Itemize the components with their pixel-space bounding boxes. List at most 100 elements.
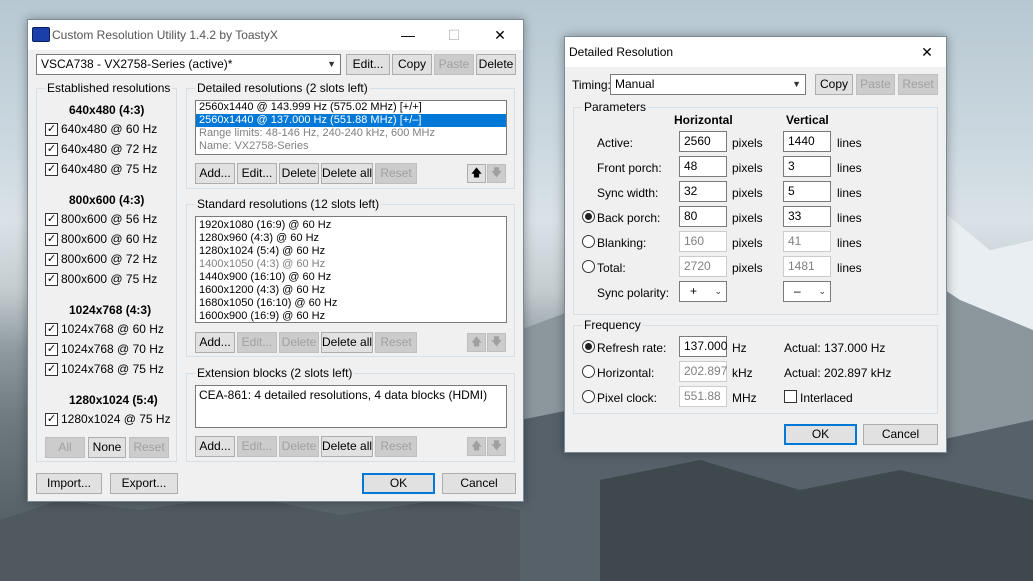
dialog-cancel-button[interactable]: Cancel (863, 424, 938, 445)
checkbox-800-56[interactable]: ✓ (45, 213, 58, 226)
detailed-reset-button[interactable]: Reset (375, 163, 417, 184)
v-sync-width-input[interactable]: 5 (783, 181, 831, 202)
monitor-select[interactable]: VSCA738 - VX2758-Series (active)* ▼ (36, 54, 341, 75)
chevron-down-icon: ⌄ (818, 286, 826, 296)
standard-add-button[interactable]: Add... (195, 332, 235, 353)
standard-delete-button[interactable]: Delete (279, 332, 319, 353)
list-item[interactable]: 1600x1200 (4:3) @ 60 Hz (196, 284, 506, 297)
detailed-resolutions-list[interactable]: 2560x1440 @ 143.999 Hz (575.02 MHz) [+/+… (195, 100, 507, 155)
copy-button[interactable]: Copy (392, 54, 432, 75)
lines-unit: lines (837, 211, 862, 225)
list-item[interactable]: 1280x960 (4:3) @ 60 Hz (196, 232, 506, 245)
dialog-copy-button[interactable]: Copy (815, 74, 853, 95)
list-item[interactable]: 1920x1080 (16:9) @ 60 Hz (196, 219, 506, 232)
dialog-titlebar: Detailed Resolution ✕ (565, 37, 946, 67)
checkbox-1280-75[interactable]: ✓ (45, 413, 58, 426)
blanking-radio[interactable] (582, 235, 595, 248)
v-active-input[interactable]: 1440 (783, 131, 831, 152)
interlaced-checkbox[interactable] (784, 390, 797, 403)
cancel-button[interactable]: Cancel (442, 473, 516, 494)
move-up-icon[interactable]: 🡅 (467, 333, 486, 352)
h-total-input[interactable]: 2720 (679, 256, 727, 277)
checkbox-640-72[interactable]: ✓ (45, 143, 58, 156)
timing-select[interactable]: Manual ▼ (610, 74, 806, 95)
h-sync-width-input[interactable]: 32 (679, 181, 727, 202)
horizontal-actual: Actual: 202.897 kHz (784, 366, 892, 380)
pixel-clock-input[interactable]: 551.88 (679, 386, 727, 407)
export-button[interactable]: Export... (110, 473, 178, 494)
chevron-down-icon: ⌄ (714, 286, 722, 296)
standard-resolutions-list[interactable]: 1920x1080 (16:9) @ 60 Hz 1280x960 (4:3) … (195, 216, 507, 323)
none-button[interactable]: None (88, 437, 126, 458)
move-down-icon[interactable]: 🡇 (487, 437, 506, 456)
ok-button[interactable]: OK (362, 473, 435, 494)
standard-reset-button[interactable]: Reset (375, 332, 417, 353)
h-active-input[interactable]: 2560 (679, 131, 727, 152)
move-up-icon[interactable]: 🡅 (467, 164, 486, 183)
detailed-edit-button[interactable]: Edit... (237, 163, 277, 184)
extension-edit-button[interactable]: Edit... (237, 436, 277, 457)
dialog-paste-button[interactable]: Paste (856, 74, 895, 95)
detailed-delete-button[interactable]: Delete (279, 163, 319, 184)
list-item-selected[interactable]: 2560x1440 @ 137.000 Hz (551.88 MHz) [+/–… (196, 114, 506, 127)
v-polarity-select[interactable]: – ⌄ (783, 281, 831, 302)
minimize-button[interactable]: — (385, 20, 431, 50)
h-polarity-select[interactable]: + ⌄ (679, 281, 727, 302)
sync-width-label: Sync width: (597, 186, 659, 200)
v-blanking-input[interactable]: 41 (783, 231, 831, 252)
checkbox-1024-60[interactable]: ✓ (45, 323, 58, 336)
detailed-delete-all-button[interactable]: Delete all (321, 163, 373, 184)
established-reset-button[interactable]: Reset (129, 437, 169, 458)
v-front-porch-input[interactable]: 3 (783, 156, 831, 177)
horizontal-freq-input[interactable]: 202.897 (679, 361, 727, 382)
list-item[interactable]: 1280x1024 (5:4) @ 60 Hz (196, 245, 506, 258)
refresh-rate-input[interactable]: 137.000 (679, 336, 727, 357)
extension-add-button[interactable]: Add... (195, 436, 235, 457)
horizontal-freq-radio[interactable] (582, 365, 595, 378)
standard-delete-all-button[interactable]: Delete all (321, 332, 373, 353)
extension-reset-button[interactable]: Reset (375, 436, 417, 457)
edit-monitor-button[interactable]: Edit... (346, 54, 390, 75)
move-down-icon[interactable]: 🡇 (487, 164, 506, 183)
maximize-button[interactable]: ☐ (431, 20, 477, 50)
h-front-porch-input[interactable]: 48 (679, 156, 727, 177)
list-item[interactable]: 2560x1440 @ 143.999 Hz (575.02 MHz) [+/+… (196, 101, 506, 114)
delete-button[interactable]: Delete (476, 54, 516, 75)
detailed-add-button[interactable]: Add... (195, 163, 235, 184)
standard-edit-button[interactable]: Edit... (237, 332, 277, 353)
total-radio[interactable] (582, 260, 595, 273)
list-item[interactable]: 1400x1050 (4:3) @ 60 Hz (196, 258, 506, 271)
extension-blocks-list[interactable]: CEA-861: 4 detailed resolutions, 4 data … (195, 385, 507, 428)
dialog-ok-button[interactable]: OK (784, 424, 857, 445)
all-button[interactable]: All (45, 437, 85, 458)
back-porch-radio[interactable] (582, 210, 595, 223)
blanking-label: Blanking: (597, 236, 647, 250)
close-button[interactable]: ✕ (908, 37, 946, 67)
checkbox-800-60[interactable]: ✓ (45, 233, 58, 246)
h-back-porch-input[interactable]: 80 (679, 206, 727, 227)
list-item[interactable]: 1440x900 (16:10) @ 60 Hz (196, 271, 506, 284)
checkbox-1024-70[interactable]: ✓ (45, 343, 58, 356)
extension-delete-button[interactable]: Delete (279, 436, 319, 457)
checkbox-640-75[interactable]: ✓ (45, 163, 58, 176)
list-item[interactable]: CEA-861: 4 detailed resolutions, 4 data … (196, 388, 506, 403)
dialog-reset-button[interactable]: Reset (898, 74, 938, 95)
checkbox-800-72[interactable]: ✓ (45, 253, 58, 266)
list-item[interactable]: 1600x900 (16:9) @ 60 Hz (196, 310, 506, 322)
pixels-unit: pixels (732, 186, 763, 200)
v-back-porch-input[interactable]: 33 (783, 206, 831, 227)
extension-delete-all-button[interactable]: Delete all (321, 436, 373, 457)
h-blanking-input[interactable]: 160 (679, 231, 727, 252)
pixel-clock-radio[interactable] (582, 390, 595, 403)
move-down-icon[interactable]: 🡇 (487, 333, 506, 352)
checkbox-1024-75[interactable]: ✓ (45, 363, 58, 376)
move-up-icon[interactable]: 🡅 (467, 437, 486, 456)
paste-button[interactable]: Paste (434, 54, 474, 75)
import-button[interactable]: Import... (36, 473, 102, 494)
v-total-input[interactable]: 1481 (783, 256, 831, 277)
list-item[interactable]: 1680x1050 (16:10) @ 60 Hz (196, 297, 506, 310)
checkbox-800-75[interactable]: ✓ (45, 273, 58, 286)
close-button[interactable]: ✕ (477, 20, 523, 50)
refresh-rate-radio[interactable] (582, 340, 595, 353)
checkbox-640-60[interactable]: ✓ (45, 123, 58, 136)
